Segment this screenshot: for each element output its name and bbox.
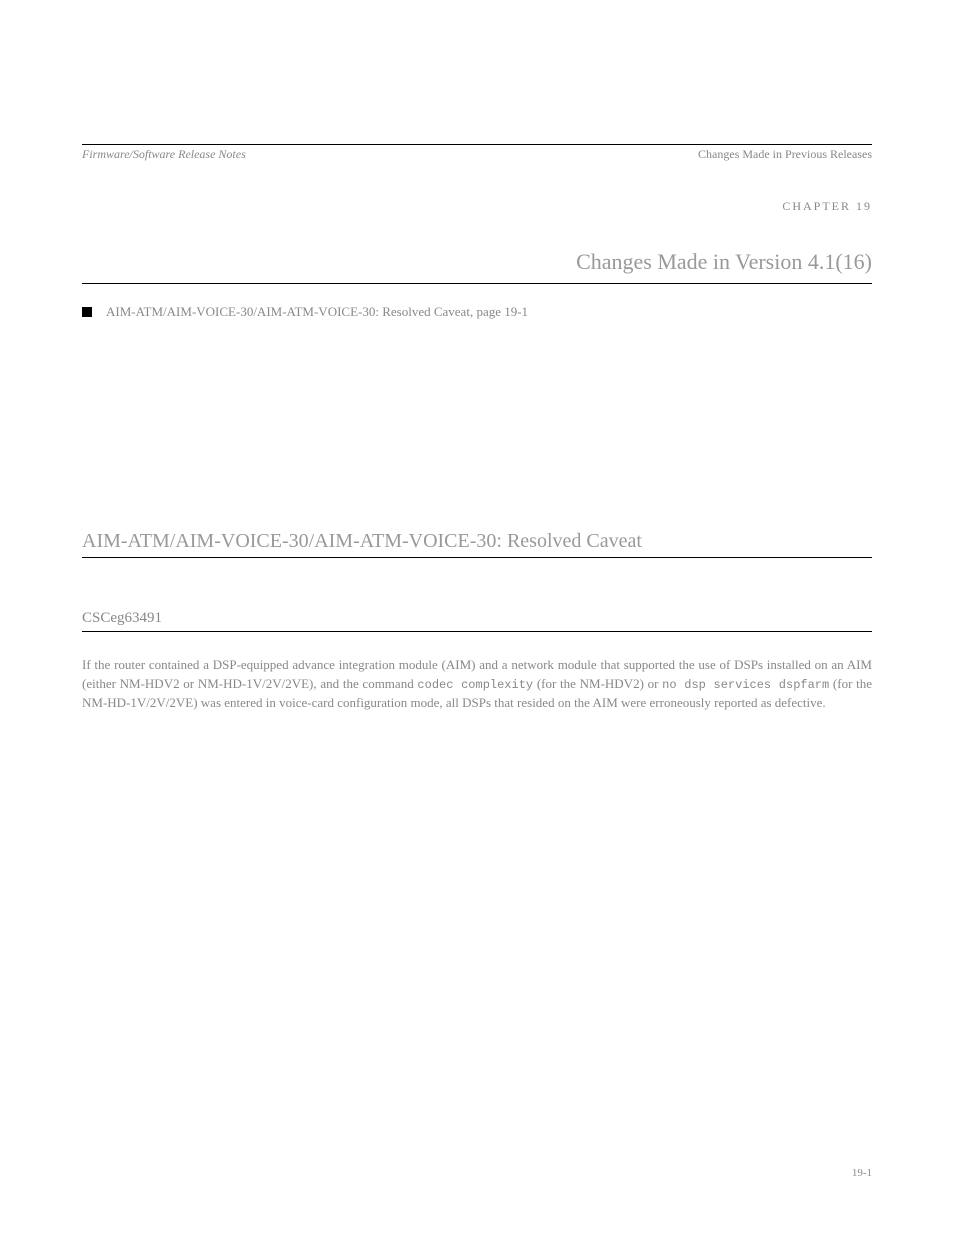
chapter-title: Changes Made in Version 4.1(16) bbox=[576, 249, 872, 275]
divider bbox=[82, 631, 872, 632]
body-paragraph: If the router contained a DSP-equipped a… bbox=[82, 656, 872, 713]
subsection-heading: CSCeg63491 bbox=[82, 610, 872, 627]
section-heading: AIM-ATM/AIM-VOICE-30/AIM-ATM-VOICE-30: R… bbox=[82, 530, 872, 553]
divider bbox=[82, 557, 872, 558]
running-header-left: Firmware/Software Release Notes bbox=[82, 147, 246, 162]
running-header-right: Changes Made in Previous Releases bbox=[698, 147, 872, 162]
bullet-icon bbox=[82, 307, 92, 317]
command-text: codec complexity bbox=[417, 678, 533, 692]
command-text: no dsp services dspfarm bbox=[662, 678, 829, 692]
chapter-label: CHAPTER 19 bbox=[782, 199, 872, 214]
toc-entry: AIM-ATM/AIM-VOICE-30/AIM-ATM-VOICE-30: R… bbox=[82, 304, 872, 320]
toc-text: AIM-ATM/AIM-VOICE-30/AIM-ATM-VOICE-30: R… bbox=[106, 304, 528, 320]
para-text: (for the NM-HDV2) or bbox=[537, 676, 662, 691]
page-number: 19-1 bbox=[852, 1167, 872, 1179]
